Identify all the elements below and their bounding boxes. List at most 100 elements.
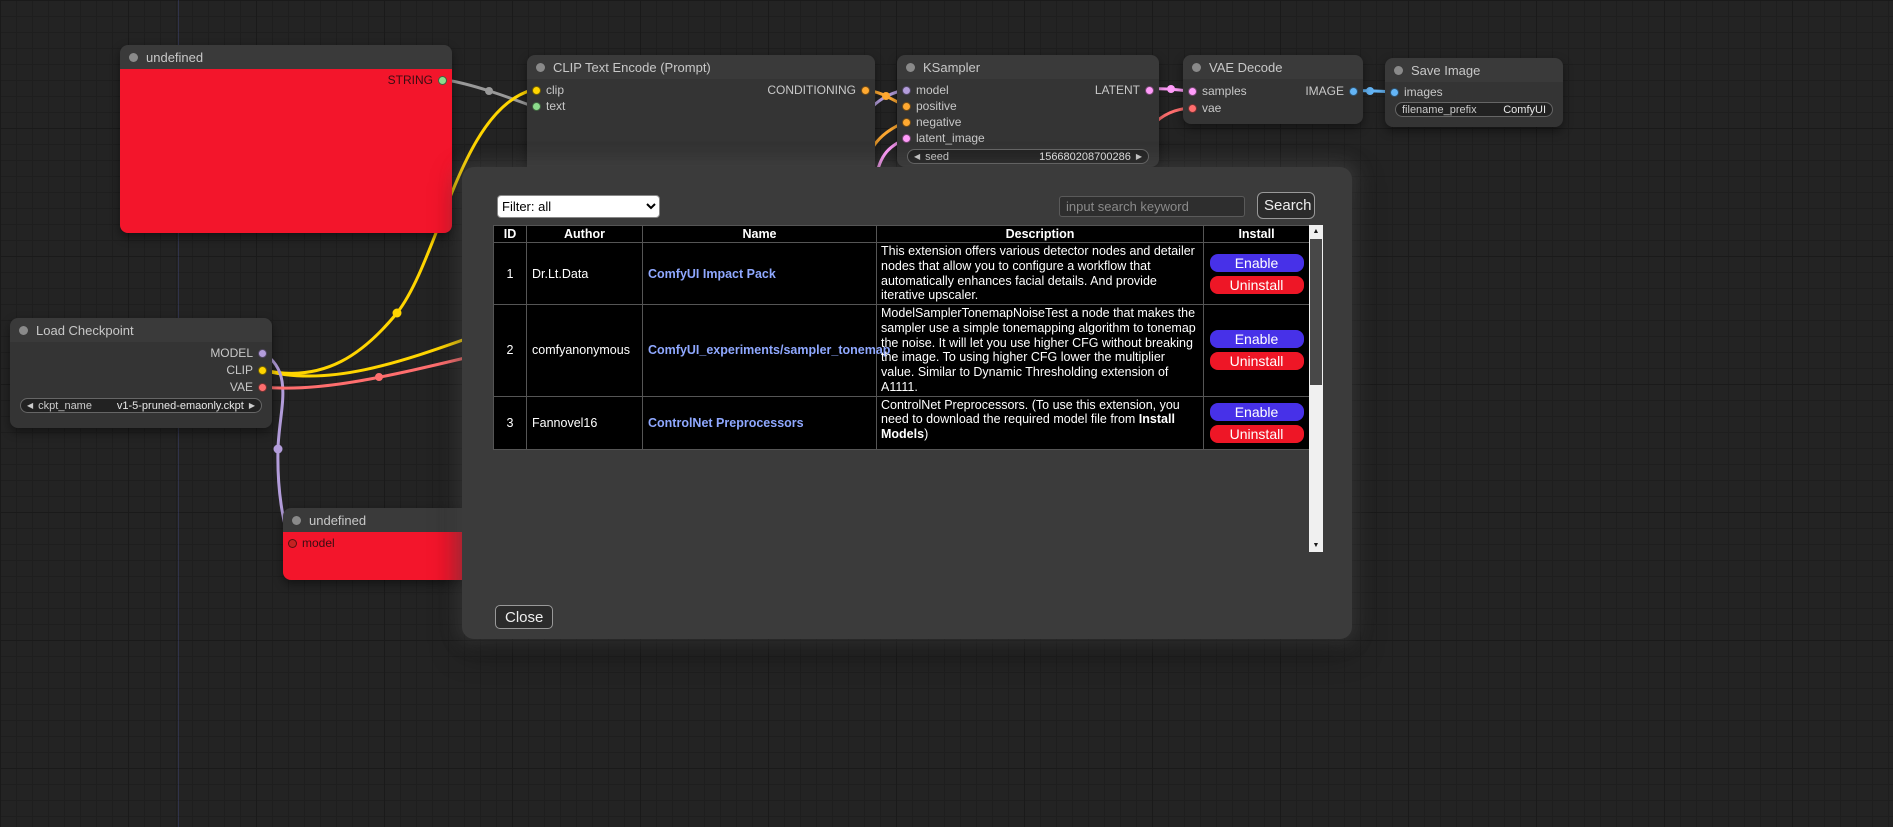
cell-install: Enable Uninstall — [1204, 243, 1310, 305]
ckpt-name-widget[interactable]: ckpt_name v1-5-pruned-emaonly.ckpt — [20, 398, 262, 413]
node-header[interactable]: KSampler — [897, 55, 1159, 79]
extension-table: ID Author Name Description Install 1 Dr.… — [493, 225, 1309, 450]
slot-dot-string[interactable] — [438, 76, 447, 85]
manager-extension-dialog: Filter: all Search ID Author Name Descri… — [462, 167, 1352, 639]
cell-install: Enable Uninstall — [1204, 396, 1310, 449]
increment-arrow-icon[interactable] — [249, 402, 255, 410]
collapse-dot-icon[interactable] — [536, 63, 545, 72]
extension-link[interactable]: ComfyUI Impact Pack — [648, 267, 776, 281]
input-slot-model[interactable]: model — [902, 84, 949, 96]
input-slot-vae[interactable]: vae — [1188, 102, 1221, 114]
output-slot-vae[interactable]: VAE — [230, 381, 267, 393]
link-midpoint-dot — [1366, 87, 1374, 95]
node-header[interactable]: VAE Decode — [1183, 55, 1363, 79]
node-header[interactable]: CLIP Text Encode (Prompt) — [527, 55, 875, 79]
uninstall-button[interactable]: Uninstall — [1210, 425, 1304, 443]
node-header[interactable]: Load Checkpoint — [10, 318, 272, 342]
slot-dot-vae[interactable] — [258, 383, 267, 392]
cell-description: This extension offers various detector n… — [877, 243, 1204, 305]
collapse-dot-icon[interactable] — [1192, 63, 1201, 72]
search-input[interactable] — [1059, 196, 1245, 217]
close-button[interactable]: Close — [495, 605, 553, 629]
slot-dot-image[interactable] — [1349, 87, 1358, 96]
slot-dot-latent[interactable] — [1145, 86, 1154, 95]
decrement-arrow-icon[interactable] — [27, 402, 33, 410]
cell-author: Dr.Lt.Data — [527, 243, 643, 305]
node-clip-text-encode[interactable]: CLIP Text Encode (Prompt) clip text COND… — [527, 55, 875, 179]
slot-dot-clip[interactable] — [532, 86, 541, 95]
increment-arrow-icon[interactable] — [1136, 153, 1142, 161]
extension-link[interactable]: ComfyUI_experiments/sampler_tonemap — [648, 343, 890, 357]
output-slot-latent[interactable]: LATENT — [1095, 84, 1154, 96]
input-slot-text[interactable]: text — [532, 100, 565, 112]
filename-prefix-widget[interactable]: filename_prefix ComfyUI — [1395, 102, 1553, 117]
slot-label: model — [916, 83, 949, 97]
node-save-image[interactable]: Save Image images filename_prefix ComfyU… — [1385, 58, 1563, 127]
slot-label: CLIP — [226, 363, 253, 377]
widget-label: filename_prefix — [1402, 104, 1477, 116]
slot-dot-model[interactable] — [902, 86, 911, 95]
link-midpoint-dot — [485, 87, 493, 95]
output-slot-conditioning[interactable]: CONDITIONING — [767, 84, 870, 96]
col-header-name: Name — [643, 226, 877, 243]
slot-dot-model[interactable] — [288, 539, 297, 548]
collapse-dot-icon[interactable] — [129, 53, 138, 62]
slot-dot-vae[interactable] — [1188, 104, 1197, 113]
node-ksampler[interactable]: KSampler model positive negative latent_… — [897, 55, 1159, 167]
cell-id: 1 — [494, 243, 527, 305]
link-midpoint-dot — [375, 373, 383, 381]
slot-dot-model[interactable] — [258, 349, 267, 358]
node-error-top[interactable]: undefined STRING — [120, 45, 452, 233]
scroll-thumb[interactable] — [1310, 239, 1322, 385]
slot-label: LATENT — [1095, 83, 1140, 97]
output-slot-clip[interactable]: CLIP — [226, 364, 267, 376]
extension-link[interactable]: ControlNet Preprocessors — [648, 416, 804, 430]
node-header[interactable]: undefined — [120, 45, 452, 69]
col-header-install: Install — [1204, 226, 1310, 243]
input-slot-model[interactable]: model — [288, 537, 335, 549]
slot-dot-conditioning[interactable] — [861, 86, 870, 95]
collapse-dot-icon[interactable] — [19, 326, 28, 335]
search-button[interactable]: Search — [1257, 192, 1315, 219]
enable-button[interactable]: Enable — [1210, 403, 1304, 421]
uninstall-button[interactable]: Uninstall — [1210, 352, 1304, 370]
slot-dot-latent[interactable] — [1188, 87, 1197, 96]
enable-button[interactable]: Enable — [1210, 330, 1304, 348]
seed-widget[interactable]: seed 156680208700286 — [907, 149, 1149, 164]
collapse-dot-icon[interactable] — [906, 63, 915, 72]
filter-select[interactable]: Filter: all — [497, 195, 660, 218]
uninstall-button[interactable]: Uninstall — [1210, 276, 1304, 294]
output-slot-model[interactable]: MODEL — [210, 347, 267, 359]
input-slot-positive[interactable]: positive — [902, 100, 957, 112]
slot-label: STRING — [388, 73, 433, 87]
collapse-dot-icon[interactable] — [292, 516, 301, 525]
slot-dot-string[interactable] — [532, 102, 541, 111]
node-graph-canvas[interactable]: undefined STRING CLIP Text Encode (Promp… — [0, 0, 1893, 827]
input-slot-clip[interactable]: clip — [532, 84, 564, 96]
node-load-checkpoint[interactable]: Load Checkpoint MODEL CLIP VAE ckpt_name… — [10, 318, 272, 428]
cell-description: ModelSamplerTonemapNoiseTest a node that… — [877, 305, 1204, 397]
collapse-dot-icon[interactable] — [1394, 66, 1403, 75]
node-header[interactable]: Save Image — [1385, 58, 1563, 82]
scroll-up-icon[interactable] — [1309, 225, 1323, 238]
slot-dot-conditioning[interactable] — [902, 102, 911, 111]
slot-dot-conditioning[interactable] — [902, 118, 911, 127]
scroll-down-icon[interactable] — [1309, 539, 1323, 552]
decrement-arrow-icon[interactable] — [914, 153, 920, 161]
node-vae-decode[interactable]: VAE Decode samples vae IMAGE — [1183, 55, 1363, 124]
slot-label: IMAGE — [1305, 84, 1344, 98]
slot-dot-clip[interactable] — [258, 366, 267, 375]
enable-button[interactable]: Enable — [1210, 254, 1304, 272]
table-scrollbar[interactable] — [1309, 225, 1323, 552]
output-slot-image[interactable]: IMAGE — [1305, 85, 1358, 97]
slot-label: vae — [1202, 101, 1221, 115]
node-title: Save Image — [1411, 63, 1480, 78]
input-slot-samples[interactable]: samples — [1188, 85, 1247, 97]
input-slot-negative[interactable]: negative — [902, 116, 961, 128]
slot-dot-image[interactable] — [1390, 88, 1399, 97]
input-slot-latent-image[interactable]: latent_image — [902, 132, 985, 144]
input-slot-images[interactable]: images — [1390, 86, 1443, 98]
output-slot-string[interactable]: STRING — [388, 74, 447, 86]
slot-dot-latent[interactable] — [902, 134, 911, 143]
slot-label: images — [1404, 85, 1443, 99]
